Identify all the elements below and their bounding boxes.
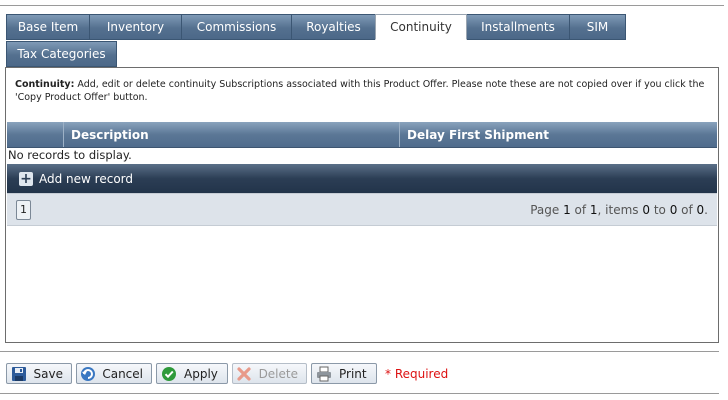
- tab-continuity[interactable]: Continuity: [375, 14, 467, 40]
- pager-items: , items: [597, 202, 643, 217]
- print-button[interactable]: Print: [311, 363, 377, 384]
- delete-label: Delete: [258, 366, 298, 381]
- note-text: Add, edit or delete continuity Subscript…: [15, 79, 705, 103]
- tab-row-2: Tax Categories: [6, 41, 722, 67]
- no-records-message: No records to display.: [8, 148, 132, 162]
- apply-label: Apply: [184, 366, 218, 381]
- pager-page: 1: [563, 202, 571, 217]
- continuity-grid: Description Delay First Shipment No reco…: [7, 122, 717, 226]
- tab-sim[interactable]: SIM: [569, 14, 626, 40]
- pager-pages: 1: [589, 202, 598, 217]
- pager-info: Page 1 of 1, items 0 to 0 of 0.: [530, 203, 708, 217]
- floppy-disk-icon: [10, 366, 28, 382]
- apply-button[interactable]: Apply: [156, 363, 228, 384]
- tab-strip: Base Item Inventory Commissions Royaltie…: [6, 14, 722, 67]
- pager-of: of: [570, 202, 590, 217]
- tab-tax-categories[interactable]: Tax Categories: [6, 41, 117, 67]
- tab-inventory[interactable]: Inventory: [89, 14, 181, 40]
- save-button[interactable]: Save: [6, 363, 72, 384]
- note-title: Continuity:: [15, 79, 75, 90]
- tab-commissions[interactable]: Commissions: [181, 14, 291, 40]
- cancel-label: Cancel: [102, 366, 143, 381]
- printer-icon: [315, 366, 333, 382]
- tab-base-item[interactable]: Base Item: [6, 14, 89, 40]
- page-1-button[interactable]: 1: [16, 199, 31, 220]
- delete-button[interactable]: Delete: [232, 363, 307, 384]
- required-note: * Required: [385, 366, 449, 381]
- continuity-panel: Continuity: Add, edit or delete continui…: [5, 67, 719, 343]
- pager-from: 0: [642, 202, 650, 217]
- bottom-divider-bottom: [0, 393, 719, 394]
- grid-header-select: [7, 122, 63, 147]
- bottom-divider-top: [0, 351, 719, 352]
- add-new-record-button[interactable]: + Add new record: [7, 164, 717, 193]
- tab-royalties[interactable]: Royalties: [291, 14, 375, 40]
- checkmark-icon: [160, 366, 178, 382]
- pager-prefix: Page: [530, 202, 564, 217]
- pager-total-label: of: [677, 202, 697, 217]
- pager-to-label: to: [650, 202, 670, 217]
- save-label: Save: [33, 366, 63, 381]
- top-divider: [0, 5, 724, 6]
- continuity-note: Continuity: Add, edit or delete continui…: [6, 68, 718, 104]
- grid-header: Description Delay First Shipment: [7, 122, 717, 148]
- grid-header-description[interactable]: Description: [63, 122, 399, 147]
- delete-x-icon: [236, 366, 253, 382]
- grid-header-delay-first-shipment[interactable]: Delay First Shipment: [399, 122, 717, 147]
- tab-installments[interactable]: Installments: [467, 14, 569, 40]
- action-toolbar: Save Cancel Apply Delete Print * Require…: [6, 363, 448, 384]
- print-label: Print: [339, 366, 367, 381]
- pager-end: .: [704, 202, 708, 217]
- cancel-button[interactable]: Cancel: [76, 363, 152, 384]
- undo-arrow-icon: [80, 366, 96, 382]
- tab-row-1: Base Item Inventory Commissions Royaltie…: [6, 14, 722, 40]
- add-new-record-label: Add new record: [39, 171, 133, 186]
- plus-icon: +: [19, 170, 33, 187]
- grid-pager: 1 Page 1 of 1, items 0 to 0 of 0.: [7, 193, 717, 226]
